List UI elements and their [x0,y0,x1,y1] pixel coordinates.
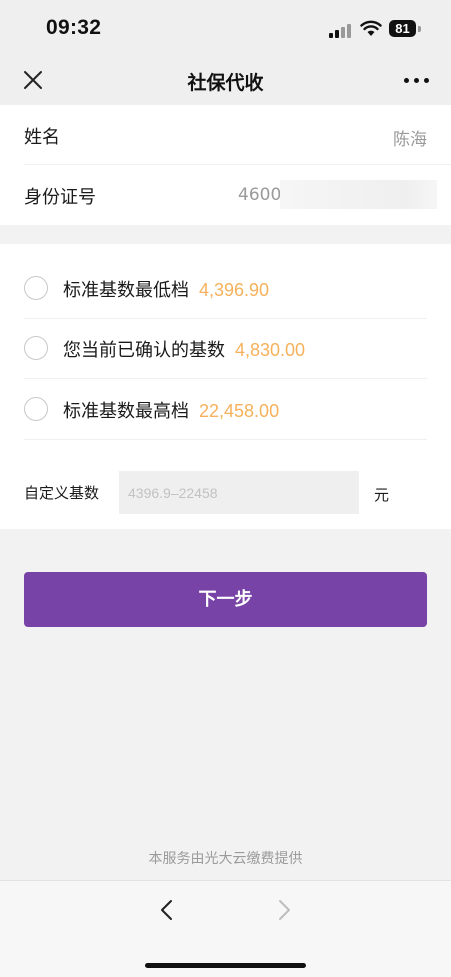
signal-icon [329,22,355,38]
option-highest-base[interactable]: 标准基数最高档 22,458.00 [24,380,427,440]
id-redaction [280,180,437,209]
base-selection-card: 标准基数最低档 4,396.90 您当前已确认的基数 4,830.00 标准基数最高… [0,244,451,529]
radio-button[interactable] [24,276,48,300]
id-label: 身份证号 [24,187,96,208]
option-label: 您当前已确认的基数 [63,340,225,361]
id-value: 4600 [238,185,282,205]
bottom-toolbar [0,880,451,977]
status-time: 09:32 [46,16,102,39]
custom-base-row: 自定义基数 元 [24,471,427,515]
more-icon[interactable] [404,74,434,84]
status-bar: 09:32 81 [0,0,451,58]
option-text: 您当前已确认的基数 4,830.00 [63,336,305,362]
home-indicator[interactable] [145,963,306,968]
id-row: 身份证号 4600 [24,165,451,225]
option-amount: 4,830.00 [235,340,306,360]
wifi-icon [360,20,382,36]
option-text: 标准基数最高档 22,458.00 [63,397,279,423]
chevron-right-icon[interactable] [272,898,296,922]
name-row: 姓名 陈海 [24,105,451,165]
custom-base-unit: 元 [374,486,390,504]
nav-bar: 社保代收 [0,58,451,105]
provider-note: 本服务由光大云缴费提供 [148,851,303,867]
page-title: 社保代收 [187,72,264,94]
name-label: 姓名 [24,127,60,148]
custom-base-input[interactable] [119,471,359,514]
option-label: 标准基数最低档 [63,280,189,301]
option-amount: 4,396.90 [199,280,270,300]
battery-tip [418,26,421,32]
chevron-left-icon[interactable] [155,898,179,922]
option-amount: 22,458.00 [199,401,280,421]
radio-button[interactable] [24,336,48,360]
personal-info-card: 姓名 陈海 身份证号 4600 [0,105,451,225]
name-value: 陈海 [393,130,427,150]
option-lowest-base[interactable]: 标准基数最低档 4,396.90 [24,259,427,319]
next-step-button[interactable]: 下一步 [24,572,427,627]
radio-button[interactable] [24,397,48,421]
option-label: 标准基数最高档 [63,401,189,422]
option-current-base[interactable]: 您当前已确认的基数 4,830.00 [24,319,427,379]
battery-icon: 81 [389,20,416,37]
option-text: 标准基数最低档 4,396.90 [63,276,269,302]
custom-base-label: 自定义基数 [24,484,100,502]
